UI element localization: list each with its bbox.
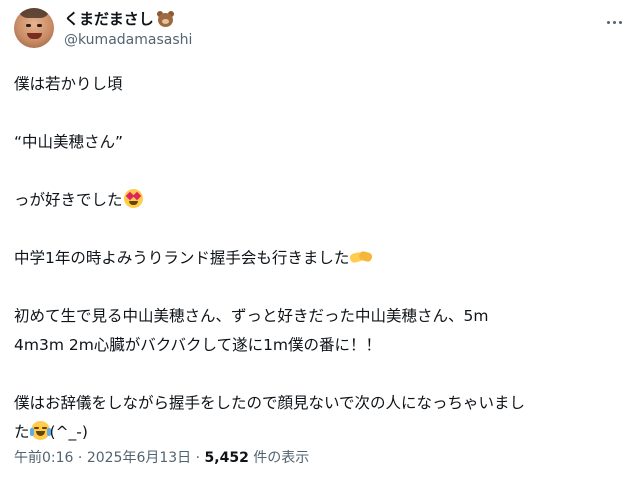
- tweet-line-text: っが好きでした: [14, 191, 123, 209]
- tweet-date[interactable]: 2025年6月13日: [87, 450, 191, 466]
- more-options-icon[interactable]: [602, 12, 626, 32]
- avatar[interactable]: [14, 8, 54, 48]
- avatar-eye-left: [26, 24, 31, 27]
- tweet-line: 初めて生で見る中山美穂さん、ずっと好きだった中山美穂さん、5m: [14, 307, 489, 325]
- view-count[interactable]: 5,452: [205, 450, 249, 466]
- tweet-line-text: 中学1年の時よみうりランド握手会も行きました: [14, 249, 350, 267]
- tweet-header: くまだまさし @kumadamasashi: [14, 8, 626, 56]
- handshake-emoji-icon: [349, 247, 374, 266]
- avatar-mouth: [27, 33, 42, 39]
- tweet-line: た (^_-): [14, 418, 626, 447]
- author-names: くまだまさし @kumadamasashi: [64, 9, 192, 50]
- view-count-label: 件の表示: [248, 450, 310, 466]
- tears-of-joy-emoji-icon: [29, 421, 51, 440]
- tweet-time[interactable]: 午前0:16: [14, 450, 73, 466]
- avatar-eye-right: [37, 24, 42, 27]
- tweet-line-text: (^_-): [49, 423, 88, 441]
- tweet-line-text: た: [14, 423, 30, 441]
- user-handle[interactable]: @kumadamasashi: [64, 30, 192, 50]
- tweet-line: 中学1年の時よみうりランド握手会も行きました: [14, 244, 626, 273]
- tweet-text: 僕は若かりし頃 “中山美穂さん” っが好きでした 中学1年の時よみうりランド握手…: [14, 70, 626, 447]
- tweet-meta: 午前0:16 · 2025年6月13日 · 5,452 件の表示: [14, 448, 309, 468]
- tweet-line: 僕はお辞儀をしながら握手をしたので顔見ないで次の人になっちゃいまし: [14, 394, 526, 412]
- tweet-line: “中山美穂さん”: [14, 133, 124, 151]
- avatar-hair: [18, 8, 50, 18]
- display-name[interactable]: くまだまさし: [64, 9, 192, 29]
- tweet-line: 4m3m 2m心臓がバクバクして遂に1m僕の番に！！: [14, 336, 382, 354]
- display-name-text[interactable]: くまだまさし: [64, 9, 154, 29]
- meta-separator: ·: [73, 450, 87, 466]
- tweet-line: 僕は若かりし頃: [14, 75, 123, 93]
- tweet-line: っが好きでした: [14, 186, 626, 215]
- bear-face-icon: [156, 11, 174, 27]
- meta-separator: ·: [191, 450, 205, 466]
- heart-eyes-emoji-icon: [123, 189, 143, 208]
